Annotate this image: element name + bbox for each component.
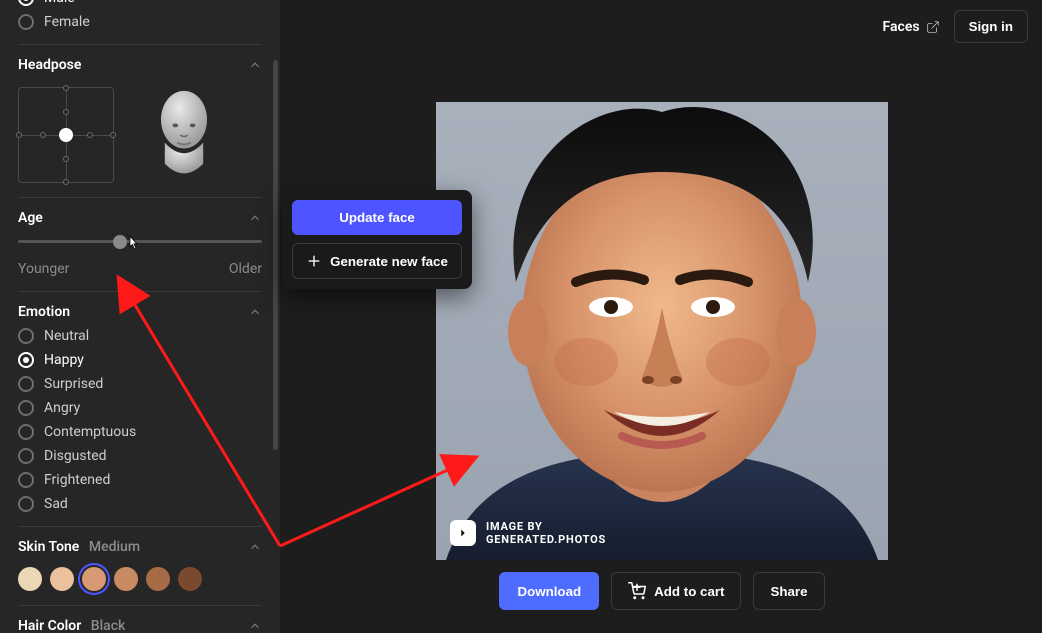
section-title: Age: [18, 210, 43, 226]
radio-icon: [18, 14, 34, 30]
gender-option-female[interactable]: Female: [18, 14, 262, 30]
radio-label: Disgusted: [44, 448, 107, 464]
section-title: Skin Tone: [18, 539, 79, 555]
radio-label: Contemptuous: [44, 424, 136, 440]
section-header-age[interactable]: Age: [18, 210, 262, 226]
generate-new-face-button[interactable]: Generate new face: [292, 243, 462, 279]
emotion-option-contemptuous[interactable]: Contemptuous: [18, 424, 262, 440]
action-panel: Update face Generate new face: [282, 190, 472, 289]
emotion-option-disgusted[interactable]: Disgusted: [18, 448, 262, 464]
cart-icon: [628, 582, 646, 600]
share-button[interactable]: Share: [753, 572, 824, 610]
section-header-haircolor[interactable]: Hair Color Black: [18, 618, 262, 633]
radio-icon: [18, 376, 34, 392]
radio-label: Frightened: [44, 472, 110, 488]
cursor-icon: [124, 234, 142, 252]
skintone-value: Medium: [89, 539, 140, 555]
radio-label: Happy: [44, 352, 84, 368]
watermark-line1: IMAGE BY: [486, 520, 606, 533]
section-header-emotion[interactable]: Emotion: [18, 304, 262, 320]
radio-icon: [18, 352, 34, 368]
emotion-option-sad[interactable]: Sad: [18, 496, 262, 512]
radio-icon: [18, 400, 34, 416]
emotion-option-surprised[interactable]: Surprised: [18, 376, 262, 392]
radio-icon: [18, 496, 34, 512]
radio-label: Angry: [44, 400, 80, 416]
chevron-up-icon: [248, 619, 262, 633]
watermark: IMAGE BY GENERATED.PHOTOS: [450, 520, 606, 546]
age-max-label: Older: [229, 261, 262, 277]
radio-icon: [18, 448, 34, 464]
add-to-cart-label: Add to cart: [654, 584, 724, 599]
radio-icon: [18, 328, 34, 344]
faces-link-label: Faces: [883, 19, 920, 35]
skintone-swatch-5[interactable]: [178, 567, 202, 591]
radio-label: Surprised: [44, 376, 103, 392]
skintone-swatch-2[interactable]: [82, 567, 106, 591]
faces-link[interactable]: Faces: [883, 19, 940, 35]
radio-icon: [18, 472, 34, 488]
haircolor-value: Black: [91, 618, 126, 633]
radio-label: Female: [44, 14, 90, 30]
download-button[interactable]: Download: [499, 572, 599, 610]
emotion-option-frightened[interactable]: Frightened: [18, 472, 262, 488]
chevron-up-icon: [248, 540, 262, 554]
headpose-handle[interactable]: [59, 128, 73, 142]
skintone-swatch-1[interactable]: [50, 567, 74, 591]
radio-label: Male: [44, 0, 75, 6]
gender-option-male[interactable]: Male: [18, 0, 262, 6]
radio-icon: [18, 424, 34, 440]
radio-label: Sad: [44, 496, 68, 512]
age-min-label: Younger: [18, 261, 69, 277]
external-link-icon: [926, 20, 940, 34]
add-to-cart-button[interactable]: Add to cart: [611, 572, 741, 610]
section-title: Hair Color: [18, 618, 81, 633]
skintone-swatch-0[interactable]: [18, 567, 42, 591]
watermark-line2: GENERATED.PHOTOS: [486, 533, 606, 546]
skintone-swatch-3[interactable]: [114, 567, 138, 591]
sidebar: Male Female Headpose: [0, 0, 280, 633]
generate-label: Generate new face: [330, 254, 448, 269]
plus-icon: [306, 253, 322, 269]
section-title: Emotion: [18, 304, 70, 320]
chevron-up-icon: [248, 211, 262, 225]
skintone-swatch-4[interactable]: [146, 567, 170, 591]
emotion-option-angry[interactable]: Angry: [18, 400, 262, 416]
sign-in-button[interactable]: Sign in: [954, 10, 1028, 43]
chevron-up-icon: [248, 305, 262, 319]
update-face-button[interactable]: Update face: [292, 200, 462, 235]
section-title: Headpose: [18, 57, 81, 73]
sidebar-scrollbar[interactable]: [273, 60, 278, 450]
emotion-option-happy[interactable]: Happy: [18, 352, 262, 368]
radio-icon: [18, 0, 34, 6]
radio-label: Neutral: [44, 328, 89, 344]
generated-face-image: [436, 102, 888, 560]
emotion-option-neutral[interactable]: Neutral: [18, 328, 262, 344]
chevron-up-icon: [248, 58, 262, 72]
headpose-grid[interactable]: [18, 87, 114, 183]
section-header-headpose[interactable]: Headpose: [18, 57, 262, 73]
bottom-bar: Download Add to cart Share: [436, 572, 888, 610]
face-preview: IMAGE BY GENERATED.PHOTOS: [436, 102, 888, 560]
section-header-skintone[interactable]: Skin Tone Medium: [18, 539, 262, 555]
headpose-preview-icon: [144, 87, 224, 183]
watermark-badge-icon: [450, 520, 476, 546]
